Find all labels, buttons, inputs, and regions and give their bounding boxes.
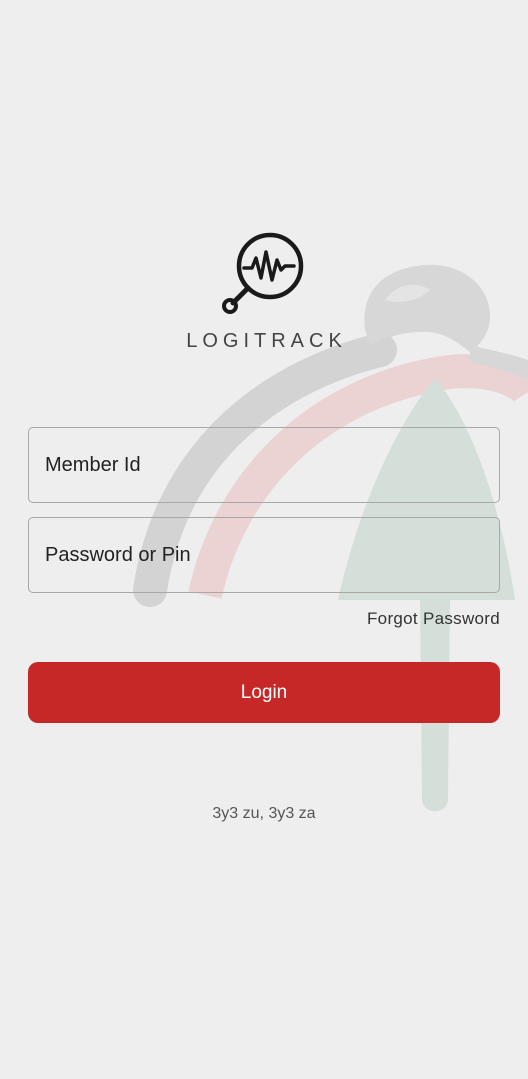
member-id-input[interactable] [28, 427, 500, 503]
forgot-password-link[interactable]: Forgot Password [367, 609, 500, 629]
magnifier-heartbeat-icon [222, 232, 304, 314]
app-brand-name: LOGITRACK [186, 330, 347, 352]
login-screen: LOGITRACK Forgot Password Login 3y3 zu, … [0, 0, 528, 1079]
login-button[interactable]: Login [28, 662, 500, 723]
footer-tagline: 3y3 zu, 3y3 za [212, 805, 316, 822]
password-input[interactable] [28, 517, 500, 593]
